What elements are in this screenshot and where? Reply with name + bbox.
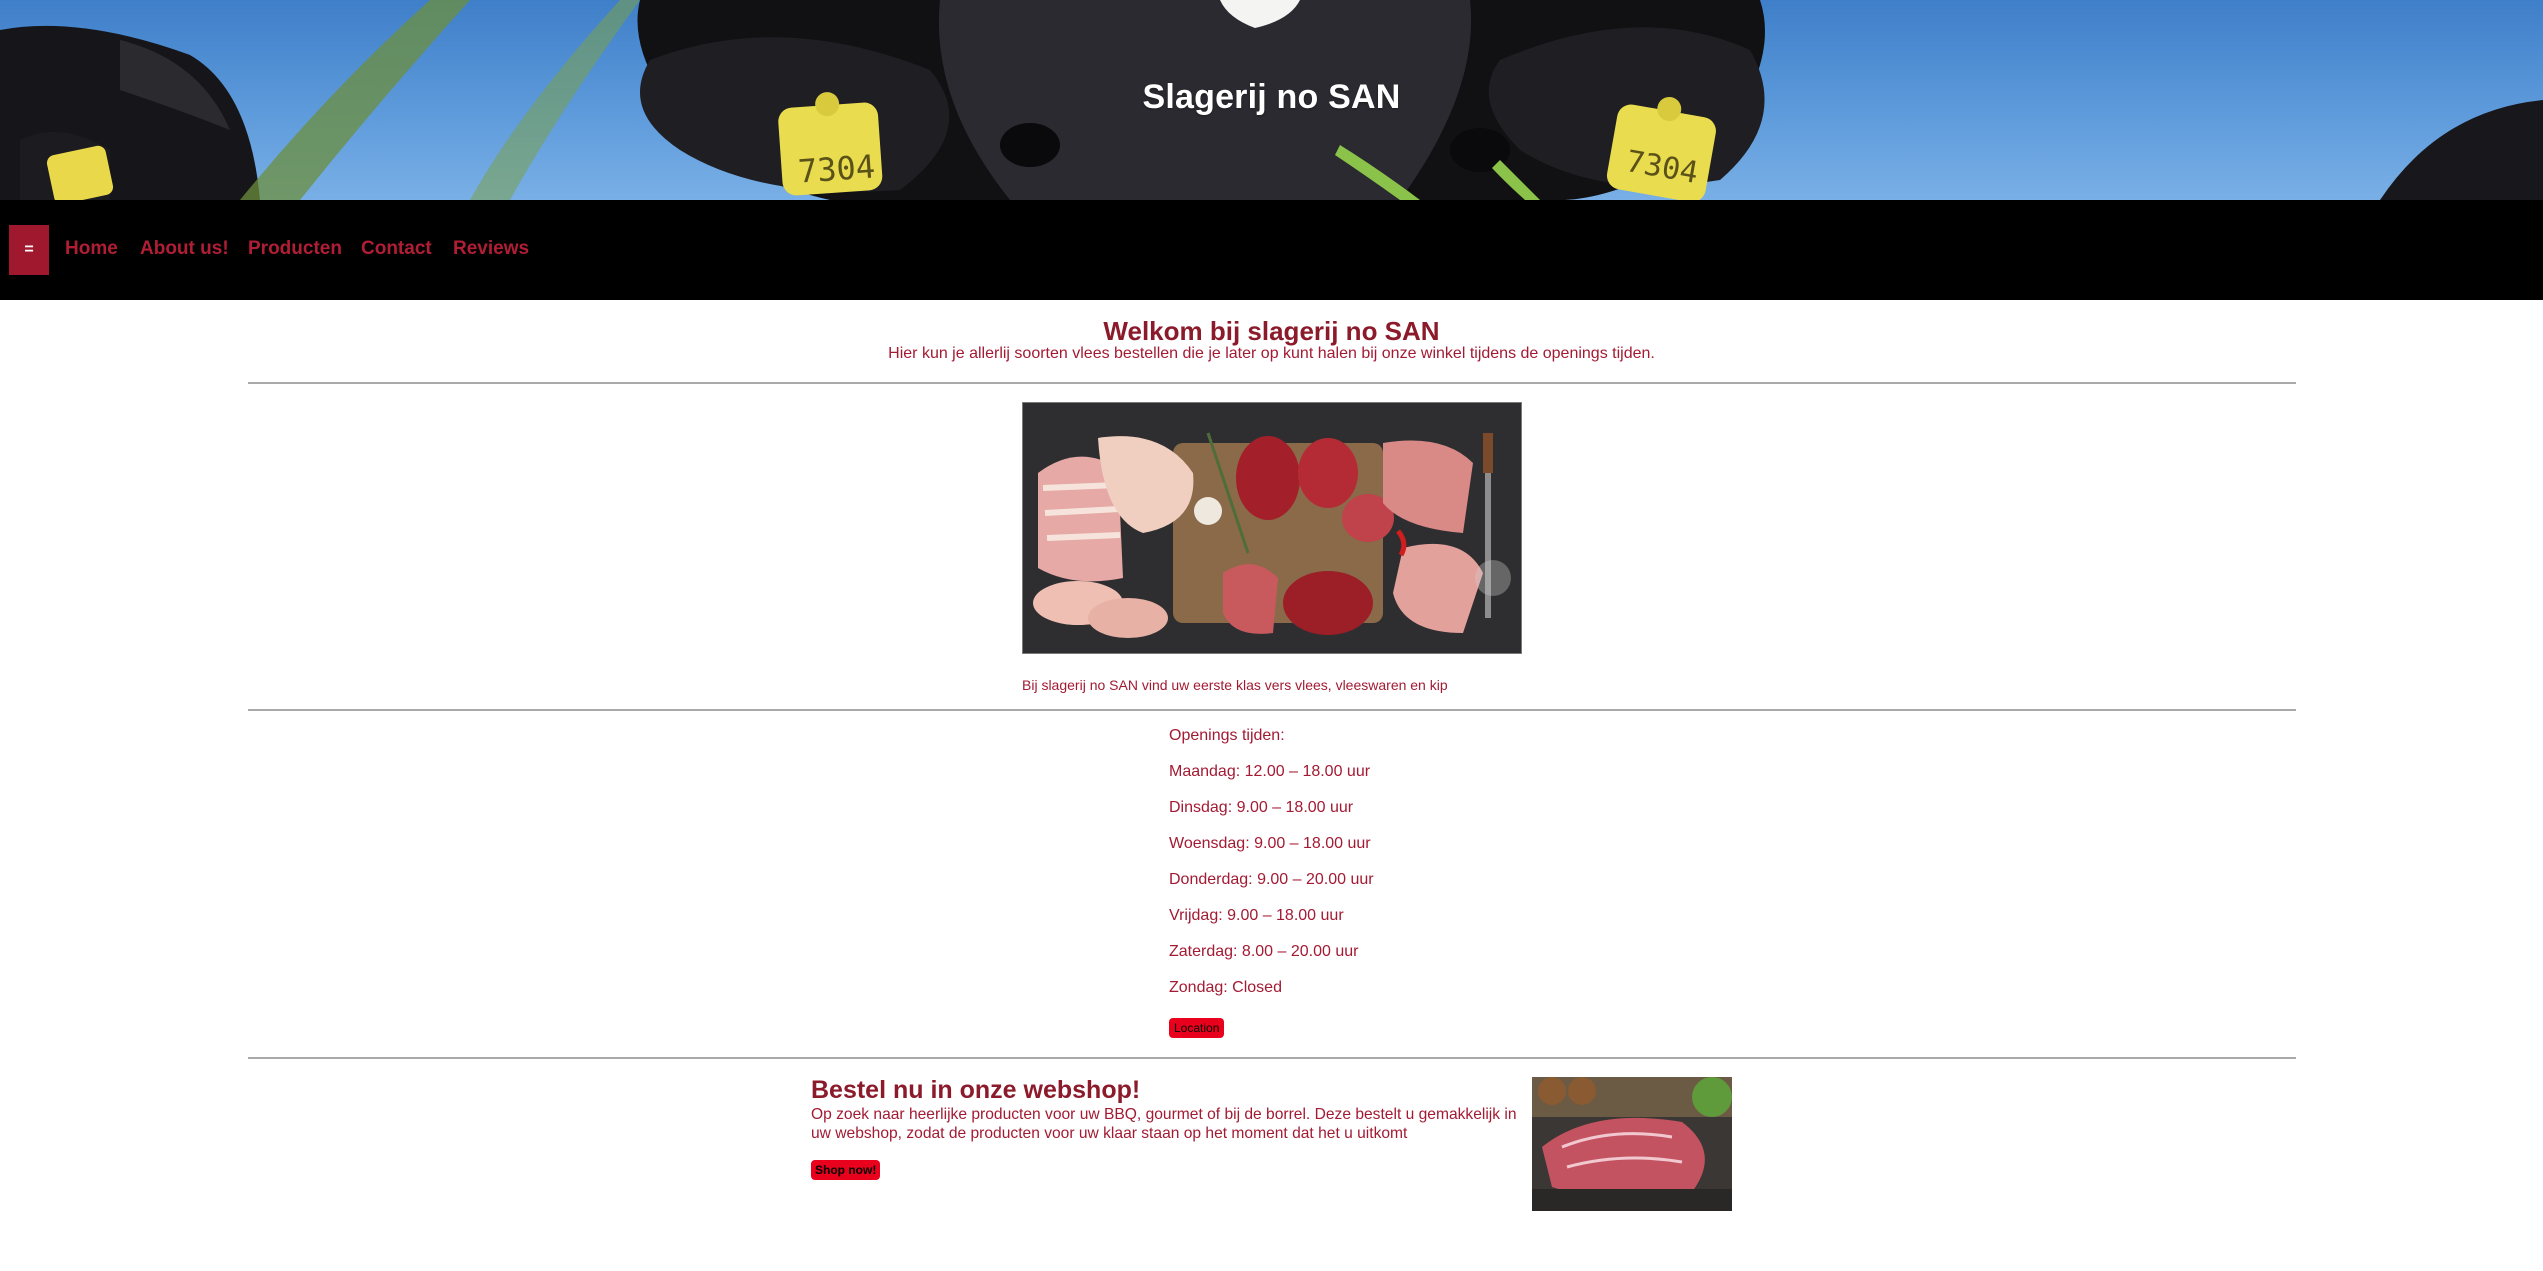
shop-now-button[interactable]: Shop now!: [811, 1160, 881, 1180]
meat-image-caption: Bij slagerij no SAN vind uw eerste klas …: [1022, 677, 1448, 693]
meat-assortment-image: [1022, 402, 1522, 654]
divider: [248, 709, 2296, 711]
opening-hours-tuesday: Dinsdag: 9.00 – 18.00 uur: [1169, 799, 1354, 816]
divider: [248, 382, 2296, 384]
webshop-text: Op zoek naar heerlijke producten voor uw…: [811, 1106, 1517, 1142]
nav-item-reviews[interactable]: Reviews: [453, 238, 529, 260]
nav-item-contact[interactable]: Contact: [361, 238, 432, 260]
opening-hours-sunday: Zondag: Closed: [1169, 979, 1282, 996]
webshop-title: Bestel nu in onze webshop!: [811, 1076, 1141, 1104]
nav-item-home[interactable]: Home: [65, 238, 118, 260]
welcome-heading: Welkom bij slagerij no SAN: [1103, 316, 1440, 346]
nav-item-producten[interactable]: Producten: [248, 238, 342, 260]
steak-illustration: [1532, 1077, 1732, 1211]
menu-toggle-button[interactable]: =: [9, 225, 49, 275]
nav-item-about-us[interactable]: About us!: [140, 238, 229, 260]
opening-hours-wednesday: Woensdag: 9.00 – 18.00 uur: [1169, 835, 1371, 852]
opening-hours-friday: Vrijdag: 9.00 – 18.00 uur: [1169, 907, 1344, 924]
divider: [248, 1057, 2296, 1059]
opening-hours-thursday: Donderdag: 9.00 – 20.00 uur: [1169, 871, 1374, 888]
opening-hours-heading: Openings tijden:: [1169, 727, 1285, 744]
location-button[interactable]: Location: [1169, 1018, 1225, 1038]
site-title: Slagerij no SAN: [1142, 78, 1401, 116]
meat-assortment-illustration: [1023, 403, 1521, 653]
opening-hours-monday: Maandag: 12.00 – 18.00 uur: [1169, 763, 1371, 780]
steak-image: [1532, 1077, 1732, 1211]
hero-banner: 7304 7304 Slagerij no SAN: [0, 0, 2543, 200]
welcome-text: Hier kun je allerlij soorten vlees beste…: [888, 345, 1655, 362]
opening-hours-saturday: Zaterdag: 8.00 – 20.00 uur: [1169, 943, 1359, 960]
main-navigation: = Home About us! Producten Contact Revie…: [0, 200, 2543, 300]
ear-tag-number-left: 7304: [796, 147, 877, 191]
